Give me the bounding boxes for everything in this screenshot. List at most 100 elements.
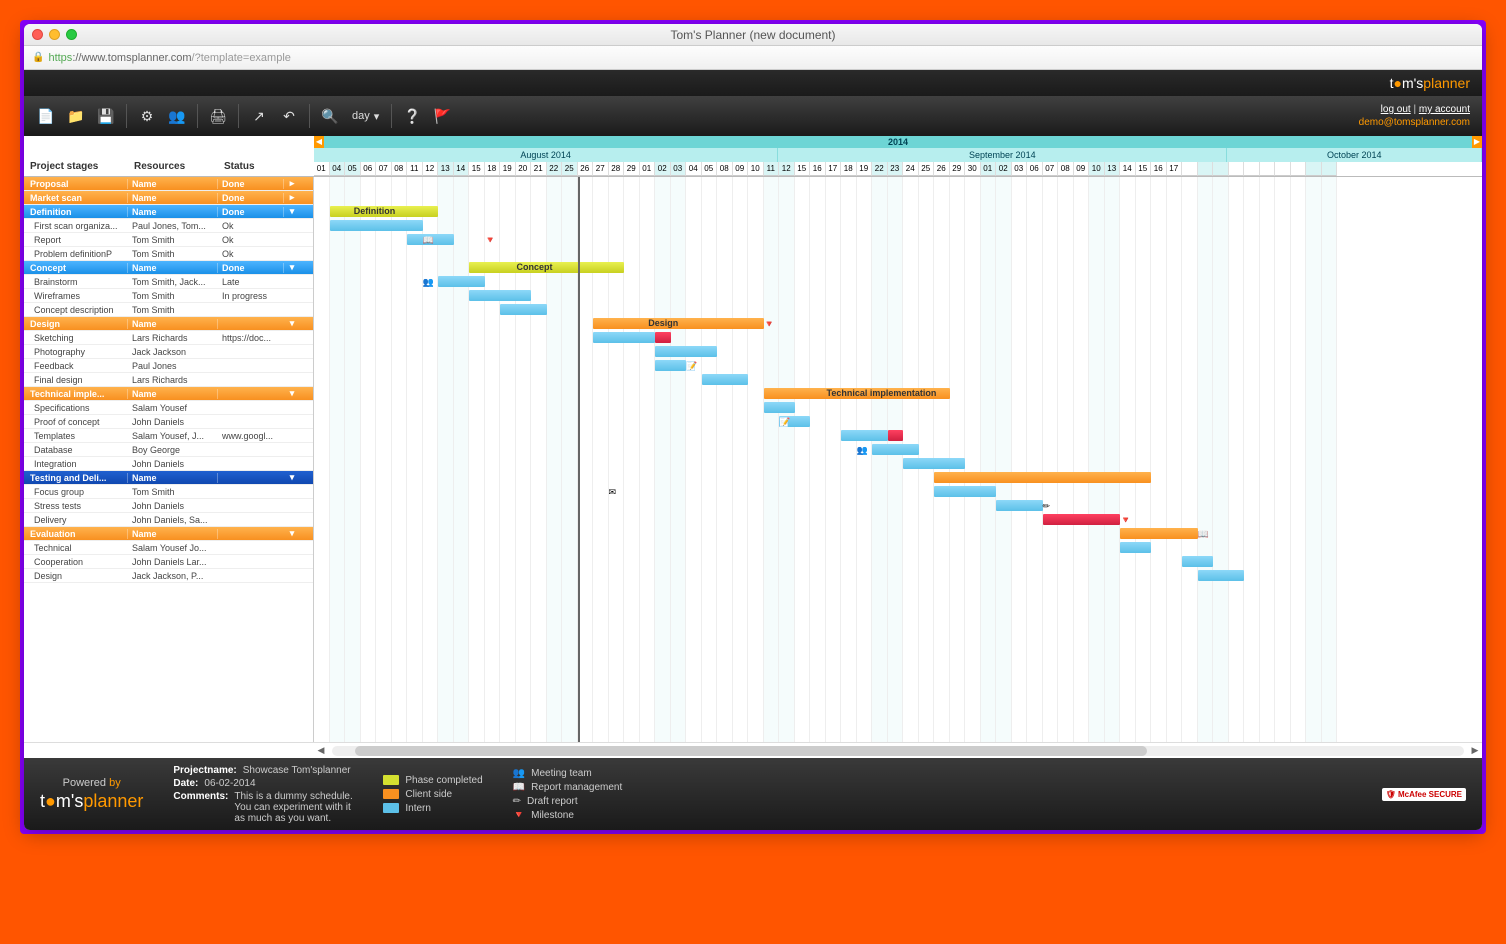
save-icon[interactable]: 💾 xyxy=(92,102,120,130)
task-row[interactable]: TemplatesSalam Yousef, J...www.googl... xyxy=(24,429,313,443)
gantt-bar[interactable] xyxy=(438,276,485,287)
window-title: Tom's Planner (new document) xyxy=(670,28,835,42)
group-header[interactable]: Testing and Deli...Name▾ xyxy=(24,471,313,485)
task-row[interactable]: BrainstormTom Smith, Jack...Late xyxy=(24,275,313,289)
milestone-icon: 🔻 xyxy=(764,319,775,330)
gantt-chart[interactable]: Definition📖🔻Concept👥Design🔻📝Technical im… xyxy=(314,177,1482,742)
group-header[interactable]: ProposalNameDone▸ xyxy=(24,177,313,191)
milestone-icon: 📖 xyxy=(423,235,434,246)
task-list[interactable]: ProposalNameDone▸Market scanNameDone▸Def… xyxy=(24,177,314,742)
task-row[interactable]: DesignJack Jackson, P... xyxy=(24,569,313,583)
task-row[interactable]: Focus groupTom Smith xyxy=(24,485,313,499)
gantt-bar[interactable] xyxy=(330,220,423,231)
address-bar[interactable]: 🔒 https ://www.tomsplanner.com /?templat… xyxy=(24,46,1482,70)
group-header[interactable]: DesignName▾ xyxy=(24,317,313,331)
gantt-bar[interactable] xyxy=(655,332,671,343)
print-icon[interactable]: 🖨 xyxy=(204,102,232,130)
task-row[interactable]: CooperationJohn Daniels Lar... xyxy=(24,555,313,569)
task-row[interactable]: Stress testsJohn Daniels xyxy=(24,499,313,513)
settings-icon[interactable]: ⚙ xyxy=(133,102,161,130)
gantt-bar[interactable] xyxy=(469,290,531,301)
logo-row: t●m'splanner xyxy=(24,70,1482,96)
task-row[interactable]: Proof of conceptJohn Daniels xyxy=(24,415,313,429)
scroll-right-icon[interactable]: ▶ xyxy=(1472,136,1482,148)
milestone-icon: 📖 xyxy=(1198,529,1209,540)
gantt-bar[interactable] xyxy=(934,486,996,497)
task-row[interactable]: DeliveryJohn Daniels, Sa... xyxy=(24,513,313,527)
gantt-bar[interactable] xyxy=(500,304,547,315)
scroll-left-icon[interactable]: ◀ xyxy=(314,136,324,148)
gantt-bar[interactable] xyxy=(1120,528,1198,539)
minimize-icon[interactable] xyxy=(49,29,60,40)
url-host: ://www.tomsplanner.com xyxy=(72,52,191,64)
undo-icon[interactable]: ↶ xyxy=(275,102,303,130)
gantt-bar[interactable] xyxy=(655,346,717,357)
gantt-bar[interactable] xyxy=(841,430,888,441)
flag-icon[interactable]: 🚩 xyxy=(428,102,456,130)
milestone-icon: 👥 xyxy=(423,277,434,288)
task-row[interactable]: IntegrationJohn Daniels xyxy=(24,457,313,471)
scroll-right-arrow[interactable]: ▶ xyxy=(1468,745,1482,756)
gantt-bar[interactable] xyxy=(1198,570,1245,581)
open-folder-icon[interactable]: 📁 xyxy=(62,102,90,130)
gantt-bar[interactable] xyxy=(1182,556,1213,567)
my-account-link[interactable]: my account xyxy=(1419,104,1470,115)
task-row[interactable]: Concept descriptionTom Smith xyxy=(24,303,313,317)
logout-link[interactable]: log out xyxy=(1381,104,1411,115)
group-header[interactable]: ConceptNameDone▾ xyxy=(24,261,313,275)
task-row[interactable]: SketchingLars Richardshttps://doc... xyxy=(24,331,313,345)
chevron-down-icon: ▾ xyxy=(374,110,380,123)
gantt-bar[interactable] xyxy=(593,332,655,343)
gantt-bar[interactable] xyxy=(1043,514,1121,525)
account-email: demo@tomsplanner.com xyxy=(1359,116,1470,129)
gantt-bar[interactable] xyxy=(764,402,795,413)
scroll-left-arrow[interactable]: ◀ xyxy=(314,745,328,756)
today-marker xyxy=(578,177,580,742)
gantt-bar[interactable] xyxy=(1120,542,1151,553)
task-row[interactable]: Final designLars Richards xyxy=(24,373,313,387)
gantt-bar[interactable] xyxy=(888,430,904,441)
maximize-icon[interactable] xyxy=(66,29,77,40)
gantt-bar[interactable] xyxy=(655,360,686,371)
gantt-bar[interactable] xyxy=(903,458,965,469)
url-path: /?template=example xyxy=(192,52,291,64)
left-column-headers: Project stages Resources Status xyxy=(24,136,314,176)
task-row[interactable]: WireframesTom SmithIn progress xyxy=(24,289,313,303)
zoom-icon[interactable]: 🔍 xyxy=(316,102,344,130)
app-window: Tom's Planner (new document) 🔒 https ://… xyxy=(24,24,1482,830)
gantt-bar[interactable] xyxy=(702,374,749,385)
toolbar: 📄 📁 💾 ⚙ 👥 🖨 ↗ ↶ 🔍 day ▾ ❔ 🚩 log out | my… xyxy=(24,96,1482,136)
footer-logo: t●m'splanner xyxy=(40,791,143,812)
task-row[interactable]: SpecificationsSalam Yousef xyxy=(24,401,313,415)
gantt-bar[interactable] xyxy=(872,444,919,455)
help-icon[interactable]: ❔ xyxy=(398,102,426,130)
header-resources: Resources xyxy=(134,161,224,172)
group-header[interactable]: DefinitionNameDone▾ xyxy=(24,205,313,219)
milestone-icon: 📝 xyxy=(779,417,790,428)
group-header[interactable]: Technical imple...Name▾ xyxy=(24,387,313,401)
share-icon[interactable]: 👥 xyxy=(163,102,191,130)
group-header[interactable]: Market scanNameDone▸ xyxy=(24,191,313,205)
new-file-icon[interactable]: 📄 xyxy=(32,102,60,130)
task-row[interactable]: PhotographyJack Jackson xyxy=(24,345,313,359)
legend-colors: Phase completedClient sideIntern xyxy=(383,775,482,814)
task-row[interactable]: ReportTom SmithOk xyxy=(24,233,313,247)
milestone-icon: 👥 xyxy=(857,445,868,456)
milestone-icon: 🔻 xyxy=(485,235,496,246)
task-row[interactable]: Problem definitionPTom SmithOk xyxy=(24,247,313,261)
mcafee-badge: 🛡 McAfee SECURE xyxy=(1382,788,1466,801)
milestone-icon: 🔻 xyxy=(1120,515,1131,526)
zoom-level-dropdown[interactable]: day ▾ xyxy=(346,110,385,123)
gantt-bar[interactable] xyxy=(934,472,1151,483)
task-row[interactable]: First scan organiza...Paul Jones, Tom...… xyxy=(24,219,313,233)
task-row[interactable]: DatabaseBoy George xyxy=(24,443,313,457)
milestone-icon: ✉ xyxy=(609,487,617,498)
gantt-bar[interactable] xyxy=(996,500,1043,511)
logo: t●m'splanner xyxy=(1390,75,1470,91)
task-row[interactable]: TechnicalSalam Yousef Jo... xyxy=(24,541,313,555)
group-header[interactable]: EvaluationName▾ xyxy=(24,527,313,541)
close-icon[interactable] xyxy=(32,29,43,40)
task-row[interactable]: FeedbackPaul Jones xyxy=(24,359,313,373)
export-icon[interactable]: ↗ xyxy=(245,102,273,130)
lock-icon: 🔒 xyxy=(32,52,44,63)
